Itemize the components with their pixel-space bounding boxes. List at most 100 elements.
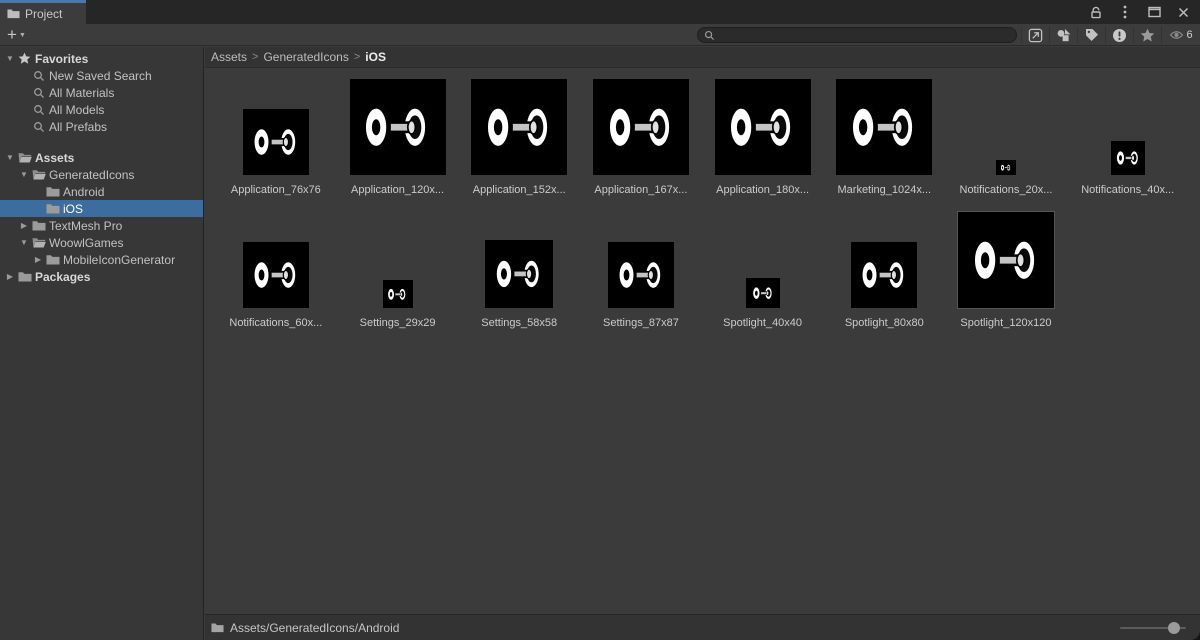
breadcrumb-item-ios[interactable]: iOS [365, 50, 386, 64]
dumbbell-thumbnail [349, 79, 446, 175]
dumbbell-thumbnail [851, 242, 918, 308]
kebab-menu-icon[interactable] [1118, 5, 1132, 19]
tree-item-all-models[interactable]: All Models [0, 101, 203, 118]
tree-item-label: Assets [35, 150, 75, 165]
asset-item-label: Spotlight_40x40 [723, 317, 803, 329]
tree-item-android[interactable]: Android [0, 183, 203, 200]
search-by-label-icon[interactable] [1078, 24, 1105, 46]
asset-item-label: Application_152x... [472, 184, 566, 196]
hidden-items-toggle[interactable]: 6 [1162, 24, 1200, 46]
open-in-search-icon[interactable] [1022, 24, 1049, 46]
asset-item-label: Notifications_60x... [229, 317, 323, 329]
asset-item-spotlight-120x120[interactable]: Spotlight_120x120 [945, 201, 1067, 334]
chevron-expanded-icon[interactable]: ▼ [4, 153, 16, 162]
alert-icon[interactable] [1106, 24, 1133, 46]
tree-item-all-materials[interactable]: All Materials [0, 84, 203, 101]
dumbbell-thumbnail [607, 242, 674, 308]
tree-item-favorites[interactable]: ▼ Favorites [0, 50, 203, 67]
tree-item-ios[interactable]: iOS [0, 200, 203, 217]
folder-icon [16, 271, 33, 282]
tree-item-label: Android [63, 184, 105, 199]
toolbar-right-group: 6 [697, 24, 1200, 46]
close-icon[interactable] [1176, 5, 1190, 19]
tab-project[interactable]: Project [0, 0, 86, 24]
tree-item-mobileicongenerator[interactable]: ▶ MobileIconGenerator [0, 251, 203, 268]
tree-item-label: All Prefabs [49, 119, 108, 134]
asset-item-application-76x76[interactable]: Application_76x76 [215, 68, 337, 201]
chevron-collapsed-icon[interactable]: ▶ [32, 255, 44, 264]
asset-item-settings-29x29[interactable]: Settings_29x29 [337, 201, 459, 334]
asset-item-application-152x[interactable]: Application_152x... [458, 68, 580, 201]
tree-item-new-saved-search[interactable]: New Saved Search [0, 67, 203, 84]
asset-item-notifications-60x[interactable]: Notifications_60x... [215, 201, 337, 334]
tree-item-label: TextMesh Pro [49, 218, 123, 233]
asset-grid: Application_76x76 Application_120x... Appl… [205, 68, 1200, 334]
dumbbell-thumbnail [242, 242, 309, 308]
search-icon [30, 104, 47, 116]
dumbbell-thumbnail [471, 79, 568, 175]
chevron-collapsed-icon[interactable]: ▶ [18, 221, 30, 230]
tab-project-label: Project [25, 6, 63, 21]
dumbbell-thumbnail [592, 79, 689, 175]
tree-item-woowlgames[interactable]: ▼ WoowlGames [0, 234, 203, 251]
tree-item-label: All Models [49, 102, 105, 117]
search-field[interactable] [697, 27, 1017, 43]
tree-item-label: iOS [63, 201, 84, 216]
unlock-icon[interactable] [1089, 5, 1103, 19]
maximize-icon[interactable] [1147, 5, 1161, 19]
statusbar: Assets/GeneratedIcons/Android [205, 614, 1200, 640]
asset-item-label: Settings_58x58 [481, 317, 558, 329]
search-icon [704, 30, 715, 41]
search-input[interactable] [719, 28, 1010, 42]
chevron-expanded-icon[interactable]: ▼ [4, 54, 16, 63]
breadcrumb-separator-icon: > [252, 51, 259, 63]
asset-item-spotlight-40x40[interactable]: Spotlight_40x40 [702, 201, 824, 334]
favorite-star-icon[interactable] [1134, 24, 1161, 46]
asset-item-settings-58x58[interactable]: Settings_58x58 [458, 201, 580, 334]
asset-item-label: Spotlight_80x80 [844, 317, 924, 329]
add-asset-button[interactable]: + ▼ [0, 24, 26, 44]
tree-item-textmesh-pro[interactable]: ▶ TextMesh Pro [0, 217, 203, 234]
hidden-count: 6 [1186, 29, 1193, 41]
titlebar: Project [0, 0, 1200, 24]
tree-item-generatedicons[interactable]: ▼ GeneratedIcons [0, 166, 203, 183]
asset-item-label: Application_180x... [716, 184, 810, 196]
breadcrumb-item-assets[interactable]: Assets [211, 50, 247, 64]
asset-item-application-180x[interactable]: Application_180x... [702, 68, 824, 201]
asset-item-label: Notifications_20x... [959, 184, 1053, 196]
asset-item-marketing-1024x[interactable]: Marketing_1024x... [823, 68, 945, 201]
tree-item-assets[interactable]: ▼ Assets [0, 149, 203, 166]
breadcrumb-item-generatedicons[interactable]: GeneratedIcons [263, 50, 348, 64]
asset-item-application-120x[interactable]: Application_120x... [337, 68, 459, 201]
folder-icon [30, 220, 47, 231]
chevron-down-icon: ▼ [18, 31, 26, 39]
slider-knob[interactable] [1168, 621, 1180, 634]
dumbbell-thumbnail [836, 79, 933, 175]
asset-item-label: Application_120x... [351, 184, 444, 196]
asset-item-label: Settings_87x87 [602, 317, 679, 329]
tree-item-all-prefabs[interactable]: All Prefabs [0, 118, 203, 135]
chevron-collapsed-icon[interactable]: ▶ [4, 272, 16, 281]
folder-open-icon [16, 152, 33, 163]
plus-icon: + [7, 24, 17, 44]
asset-browser-main: Assets > GeneratedIcons > iOS Application_76… [205, 47, 1200, 614]
chevron-expanded-icon[interactable]: ▼ [18, 170, 30, 179]
asset-item-label: Settings_29x29 [359, 317, 436, 329]
asset-item-settings-87x87[interactable]: Settings_87x87 [580, 201, 702, 334]
asset-item-application-167x[interactable]: Application_167x... [580, 68, 702, 201]
asset-item-spotlight-80x80[interactable]: Spotlight_80x80 [823, 201, 945, 334]
search-by-type-icon[interactable] [1050, 24, 1077, 46]
thumbnail-zoom-slider[interactable] [1120, 621, 1186, 635]
tree-item-packages[interactable]: ▶ Packages [0, 268, 203, 285]
empty-grid-cell [1067, 201, 1189, 334]
folder-open-icon [30, 237, 47, 248]
dumbbell-thumbnail [1110, 141, 1145, 175]
dumbbell-thumbnail [485, 240, 554, 308]
asset-item-notifications-40x[interactable]: Notifications_40x... [1067, 68, 1189, 201]
search-icon [30, 70, 47, 82]
dumbbell-thumbnail [714, 79, 811, 175]
chevron-expanded-icon[interactable]: ▼ [18, 238, 30, 247]
search-icon [30, 121, 47, 133]
asset-item-label: Notifications_40x... [1081, 184, 1175, 196]
asset-item-notifications-20x[interactable]: Notifications_20x... [945, 68, 1067, 201]
